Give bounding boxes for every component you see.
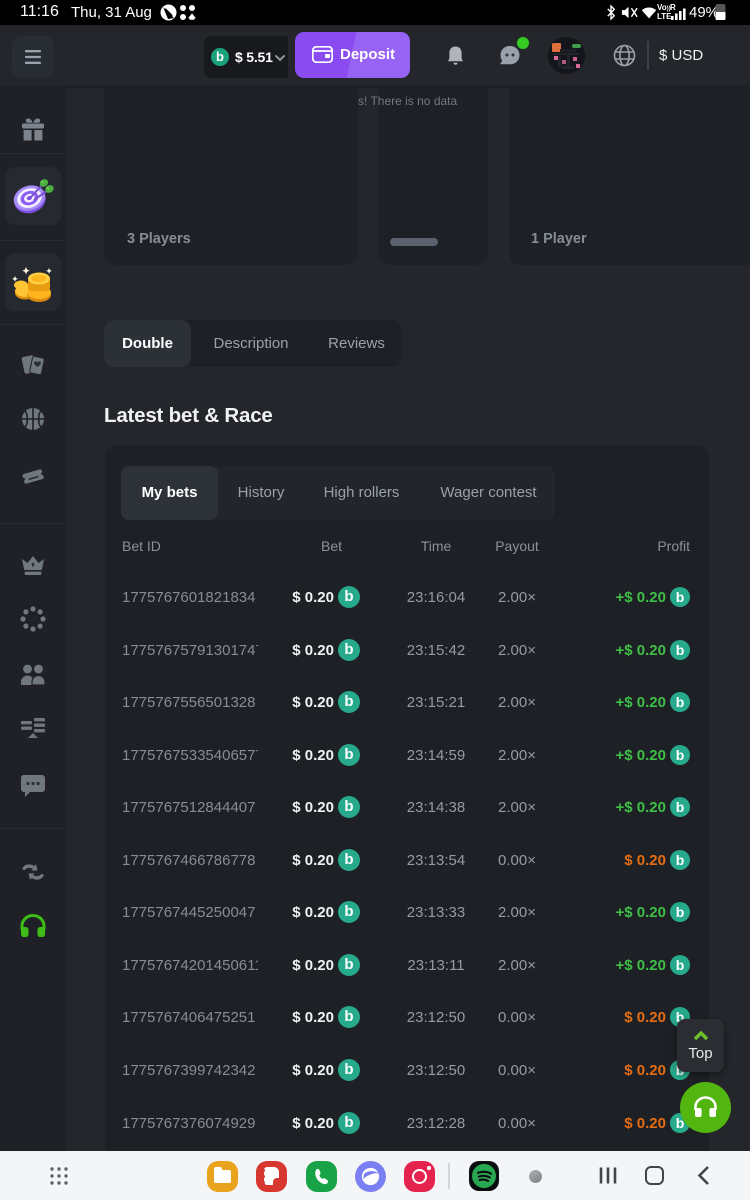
svg-text:R: R — [670, 3, 676, 12]
